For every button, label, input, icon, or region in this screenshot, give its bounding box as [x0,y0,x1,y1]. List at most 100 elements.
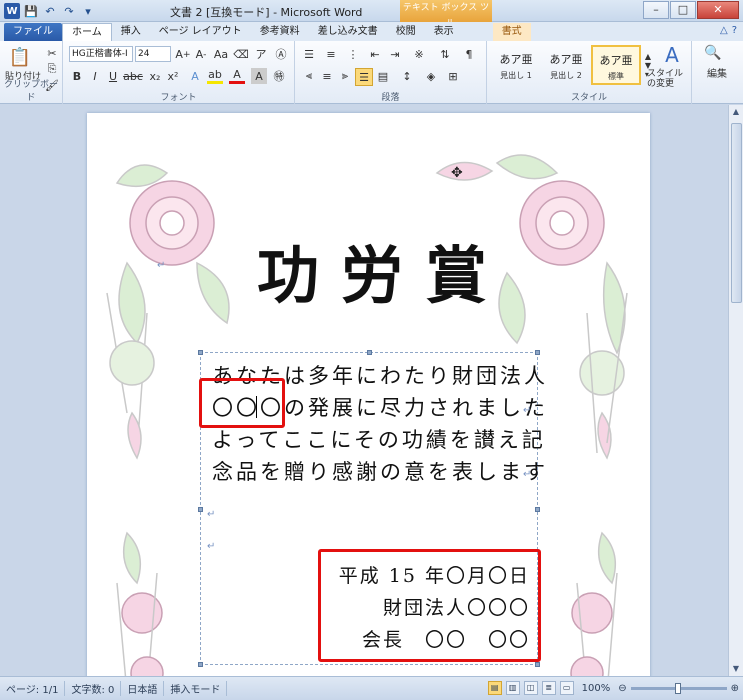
font-size-field[interactable]: 24 [135,46,171,62]
shading-icon[interactable]: ◈ [423,68,439,84]
sort-icon[interactable]: ⇅ [437,46,453,62]
copy-icon[interactable]: ⎘ [44,61,60,77]
web-layout-view-icon[interactable]: ◫ [523,681,538,695]
grow-font-icon[interactable]: A + [175,46,191,62]
align-center-icon[interactable]: ≡ [319,68,335,84]
bullets-icon[interactable]: ☰ [301,46,317,62]
tab-mailings[interactable]: 差し込み文書 [309,23,387,41]
minimize-button[interactable]: – [643,1,669,19]
language-indicator[interactable]: 日本語 [121,681,165,696]
change-styles-button[interactable]: スタイルの変更 [647,69,691,89]
increase-indent-icon[interactable]: ⇥ [387,46,403,62]
style-normal[interactable]: あア亜 標準 [591,45,641,85]
outline-view-icon[interactable]: ≣ [541,681,556,695]
document-page[interactable]: 功労賞 ↵ あなたは多年にわたり財団法人 〇〇〇の発展に尽力されました よってこ… [87,113,650,676]
page-indicator[interactable]: ページ: 1/1 [0,681,66,696]
tab-home[interactable]: ホーム [62,23,112,41]
zoom-out-icon[interactable]: ⊖ [618,683,626,694]
decrease-indent-icon[interactable]: ⇤ [367,46,383,62]
align-right-icon[interactable]: ⫸ [337,68,353,84]
font-color-icon[interactable]: A [229,68,245,84]
tab-review[interactable]: 校閲 [387,23,425,41]
change-case-icon[interactable]: Aa [213,46,229,62]
subscript-icon[interactable]: x₂ [147,68,163,84]
enclose-characters-icon[interactable]: ㊕ [271,68,287,84]
help-icon[interactable]: ? [732,25,737,36]
cut-icon[interactable]: ✂ [44,45,60,61]
undo-icon[interactable]: ↶ [42,3,58,19]
style-heading-1[interactable]: あア亜 見出し 1 [491,45,541,85]
status-bar: ページ: 1/1 文字数: 0 日本語 挿入モード ▤ ▥ ◫ ≣ ▭ 100%… [0,676,743,700]
document-area: 功労賞 ↵ あなたは多年にわたり財団法人 〇〇〇の発展に尽力されました よってこ… [0,105,728,676]
word-count[interactable]: 文字数: 0 [65,681,122,696]
close-button[interactable]: ✕ [697,1,739,19]
resize-handle-nw[interactable] [198,350,203,355]
highlight-box-signature [318,549,541,662]
ribbon-tabs: ファイル ホーム 挿入 ページ レイアウト 参考資料 差し込み文書 校閲 表示 … [0,22,743,41]
scroll-thumb[interactable] [731,123,742,303]
paste-icon[interactable]: 📋 [6,45,34,69]
borders-icon[interactable]: ⊞ [445,68,461,84]
print-layout-view-icon[interactable]: ▤ [487,681,502,695]
resize-handle-w[interactable] [198,507,203,512]
scroll-up-icon[interactable]: ▲ [729,105,743,119]
bold-icon[interactable]: B [69,68,85,84]
tab-file[interactable]: ファイル [4,23,62,41]
justify-icon[interactable]: ☰ [355,68,373,86]
align-left-icon[interactable]: ⫷ [301,68,317,84]
insert-mode-indicator[interactable]: 挿入モード [164,681,228,696]
zoom-in-icon[interactable]: ⊕ [731,683,739,694]
underline-icon[interactable]: U [105,68,121,84]
font-group-label: フォント [160,93,197,103]
superscript-icon[interactable]: x² [165,68,181,84]
highlight-color-icon[interactable]: ab [207,68,223,84]
maximize-button[interactable]: □ [670,1,696,19]
word-app-icon[interactable]: W [4,3,20,19]
italic-icon[interactable]: I [87,68,103,84]
scroll-down-icon[interactable]: ▼ [729,662,743,676]
resize-handle-se[interactable] [535,662,540,667]
collapse-ribbon-icon[interactable]: △ [720,25,728,36]
multilevel-list-icon[interactable]: ⋮ [345,46,361,62]
paragraph-mark: ↵ [207,541,216,552]
save-icon[interactable]: 💾 [23,3,39,19]
asian-layout-icon[interactable]: ※ [411,46,427,62]
style-heading-2[interactable]: あア亜 見出し 2 [541,45,591,85]
tab-format[interactable]: 書式 [492,23,531,41]
character-shading-icon[interactable]: A [251,68,267,84]
clipboard-group: 📋 貼り付け ✂ ⎘ 🖌 クリップボード [0,41,63,104]
draft-view-icon[interactable]: ▭ [559,681,574,695]
clear-format-icon[interactable]: ⌫ [233,46,249,62]
text-effects-icon[interactable]: A [187,68,203,84]
tab-view[interactable]: 表示 [425,23,463,41]
phonetic-guide-icon[interactable]: ア [253,46,269,62]
zoom-slider-knob[interactable] [674,682,681,694]
vertical-scrollbar[interactable]: ▲ ▼ [728,105,743,676]
resize-handle-e[interactable] [535,507,540,512]
body-line: 念品を贈り感謝の意を表します [212,460,548,484]
binoculars-icon[interactable]: 🔍 [704,45,721,61]
body-line: よってここにその功績を讃え記 [212,428,546,452]
resize-handle-n[interactable] [367,350,372,355]
numbering-icon[interactable]: ≡ [323,46,339,62]
strikethrough-icon[interactable]: abc [123,68,143,84]
line-spacing-icon[interactable]: ↕ [399,68,415,84]
tab-insert[interactable]: 挿入 [112,23,150,41]
zoom-slider[interactable] [630,682,727,694]
shrink-font-icon[interactable]: A- [193,46,209,62]
ribbon: 📋 貼り付け ✂ ⎘ 🖌 クリップボード HG正楷書体-I 24 A + A- A… [0,41,743,104]
distributed-icon[interactable]: ▤ [375,68,391,84]
full-screen-view-icon[interactable]: ▥ [505,681,520,695]
resize-handle-ne[interactable] [535,350,540,355]
customize-qat-icon[interactable]: ▾ [80,3,96,19]
tab-references[interactable]: 参考資料 [251,23,309,41]
show-marks-icon[interactable]: ¶ [461,46,477,62]
zoom-level[interactable]: 100% [582,683,611,694]
resize-handle-sw[interactable] [198,662,203,667]
enclosed-character-icon[interactable]: Ⓐ [273,46,289,62]
font-name-field[interactable]: HG正楷書体-I [69,46,133,62]
editing-button[interactable]: 編集 [698,65,736,80]
redo-icon[interactable]: ↷ [61,3,77,19]
change-styles-icon[interactable]: A [655,43,689,67]
tab-page-layout[interactable]: ページ レイアウト [150,23,251,41]
